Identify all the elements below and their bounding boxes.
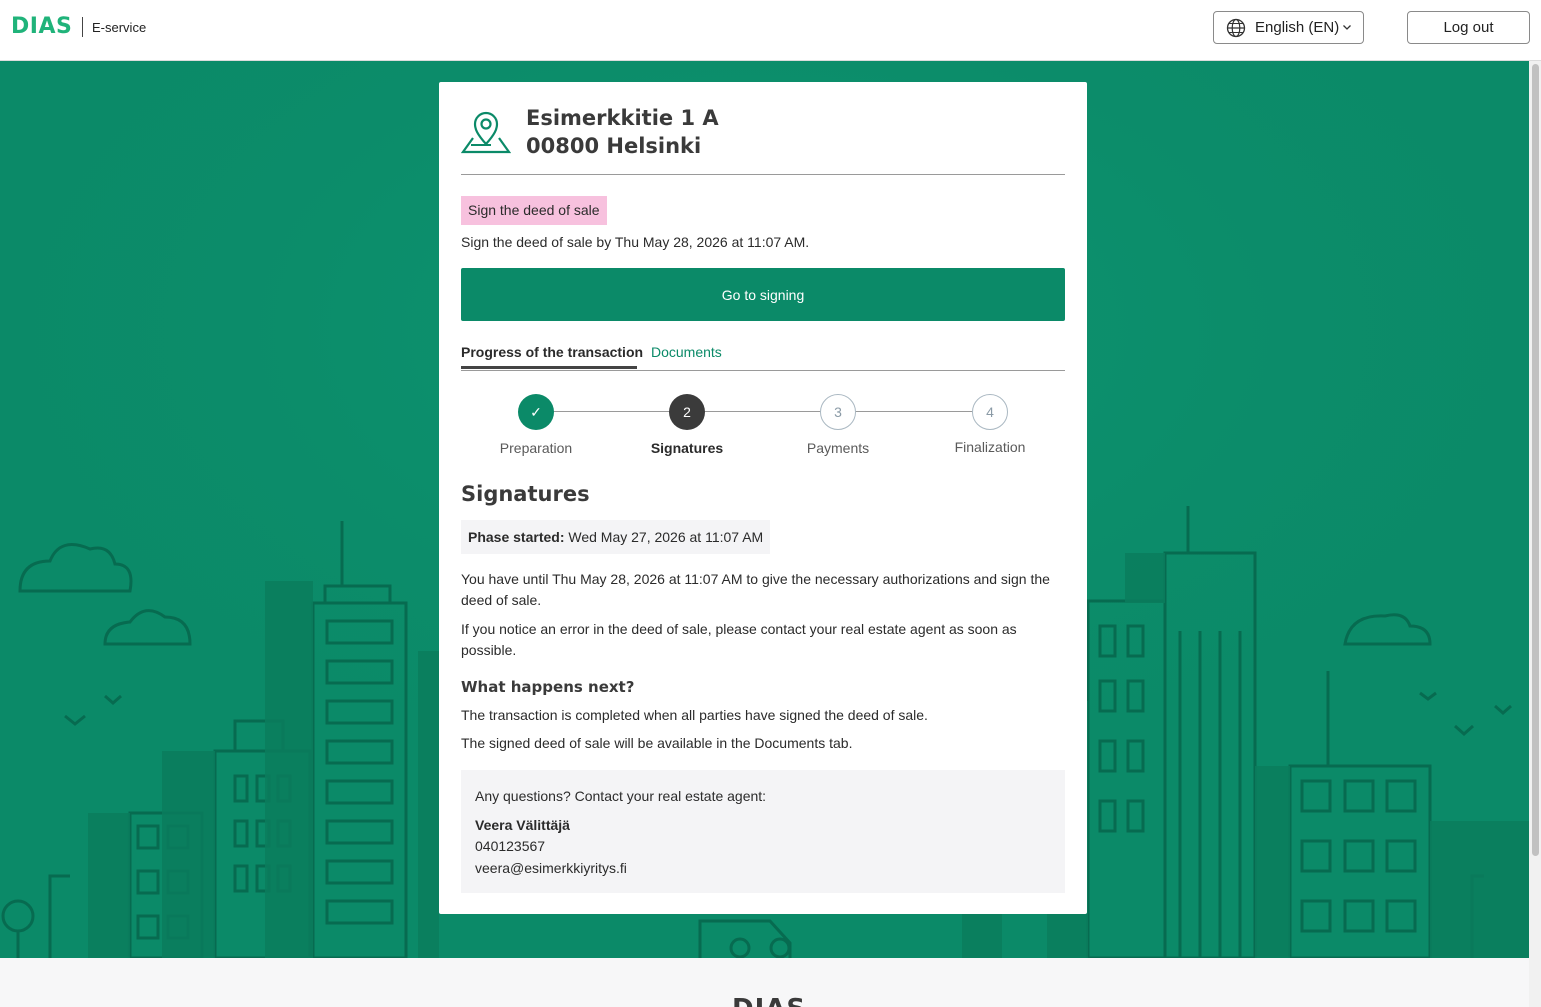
chevron-down-icon bbox=[1343, 25, 1351, 30]
next-step-completed-text: The transaction is completed when all pa… bbox=[461, 707, 928, 723]
step-payments-label: Payments bbox=[806, 440, 870, 456]
map-pin-icon bbox=[461, 111, 511, 154]
agent-email[interactable]: veera@esimerkkiyritys.fi bbox=[475, 860, 627, 876]
page-footer: DIAS bbox=[0, 958, 1529, 1007]
step-connector bbox=[536, 411, 687, 412]
step-preparation-label: Preparation bbox=[499, 440, 573, 456]
tabs-divider bbox=[461, 370, 1065, 371]
footer-logo: DIAS bbox=[732, 994, 806, 1007]
header-divider bbox=[461, 174, 1065, 175]
phase-started-box: Phase started: Wed May 27, 2026 at 11:07… bbox=[461, 520, 771, 554]
task-badge: Sign the deed of sale bbox=[461, 196, 607, 225]
step-signatures-marker: 2 bbox=[669, 394, 705, 430]
tab-documents[interactable]: Documents bbox=[651, 344, 722, 360]
contact-question: Any questions? Contact your real estate … bbox=[475, 788, 767, 804]
active-tab-underline bbox=[461, 366, 637, 369]
agent-name: Veera Välittäjä bbox=[475, 817, 570, 833]
next-step-documents-text: The signed deed of sale will be availabl… bbox=[461, 735, 853, 751]
top-header: DIAS E-service English (EN) Log out bbox=[0, 0, 1541, 61]
phase-paragraph-error: If you notice an error in the deed of sa… bbox=[461, 621, 1017, 658]
agent-phone[interactable]: 040123567 bbox=[475, 838, 545, 854]
step-finalization-marker: 4 bbox=[972, 394, 1008, 430]
address-street: Esimerkkitie 1 A bbox=[526, 106, 719, 130]
phase-started-value: Wed May 27, 2026 at 11:07 AM bbox=[568, 529, 764, 545]
globe-icon bbox=[1226, 18, 1246, 37]
step-connector bbox=[838, 411, 990, 412]
step-connector bbox=[687, 411, 838, 412]
go-to-signing-button[interactable]: Go to signing bbox=[461, 268, 1065, 321]
step-payments-marker: 3 bbox=[820, 394, 856, 430]
dias-logo[interactable]: DIAS bbox=[11, 14, 72, 39]
phase-started-label: Phase started: bbox=[468, 529, 565, 545]
address-city: 00800 Helsinki bbox=[526, 134, 702, 158]
phase-paragraph-deadline: You have until Thu May 28, 2026 at 11:07… bbox=[461, 571, 1050, 608]
step-signatures-label: Signatures bbox=[650, 440, 724, 456]
step-finalization-label: Finalization bbox=[954, 439, 1026, 455]
tab-progress[interactable]: Progress of the transaction bbox=[461, 344, 643, 360]
what-happens-next-title: What happens next? bbox=[461, 678, 635, 696]
scrollbar-thumb[interactable] bbox=[1532, 64, 1539, 856]
task-deadline-text: Sign the deed of sale by Thu May 28, 202… bbox=[461, 234, 810, 250]
service-subtitle: E-service bbox=[92, 20, 147, 35]
language-label: English (EN) bbox=[1255, 19, 1340, 36]
agent-contact-box: Any questions? Contact your real estate … bbox=[461, 770, 1065, 893]
step-preparation-check-icon: ✓ bbox=[518, 394, 554, 430]
language-select[interactable]: English (EN) bbox=[1213, 11, 1364, 44]
logo-separator bbox=[82, 17, 83, 37]
phase-title: Signatures bbox=[461, 482, 590, 506]
transaction-card: Esimerkkitie 1 A 00800 Helsinki Sign the… bbox=[439, 82, 1087, 914]
logout-button[interactable]: Log out bbox=[1407, 11, 1530, 44]
